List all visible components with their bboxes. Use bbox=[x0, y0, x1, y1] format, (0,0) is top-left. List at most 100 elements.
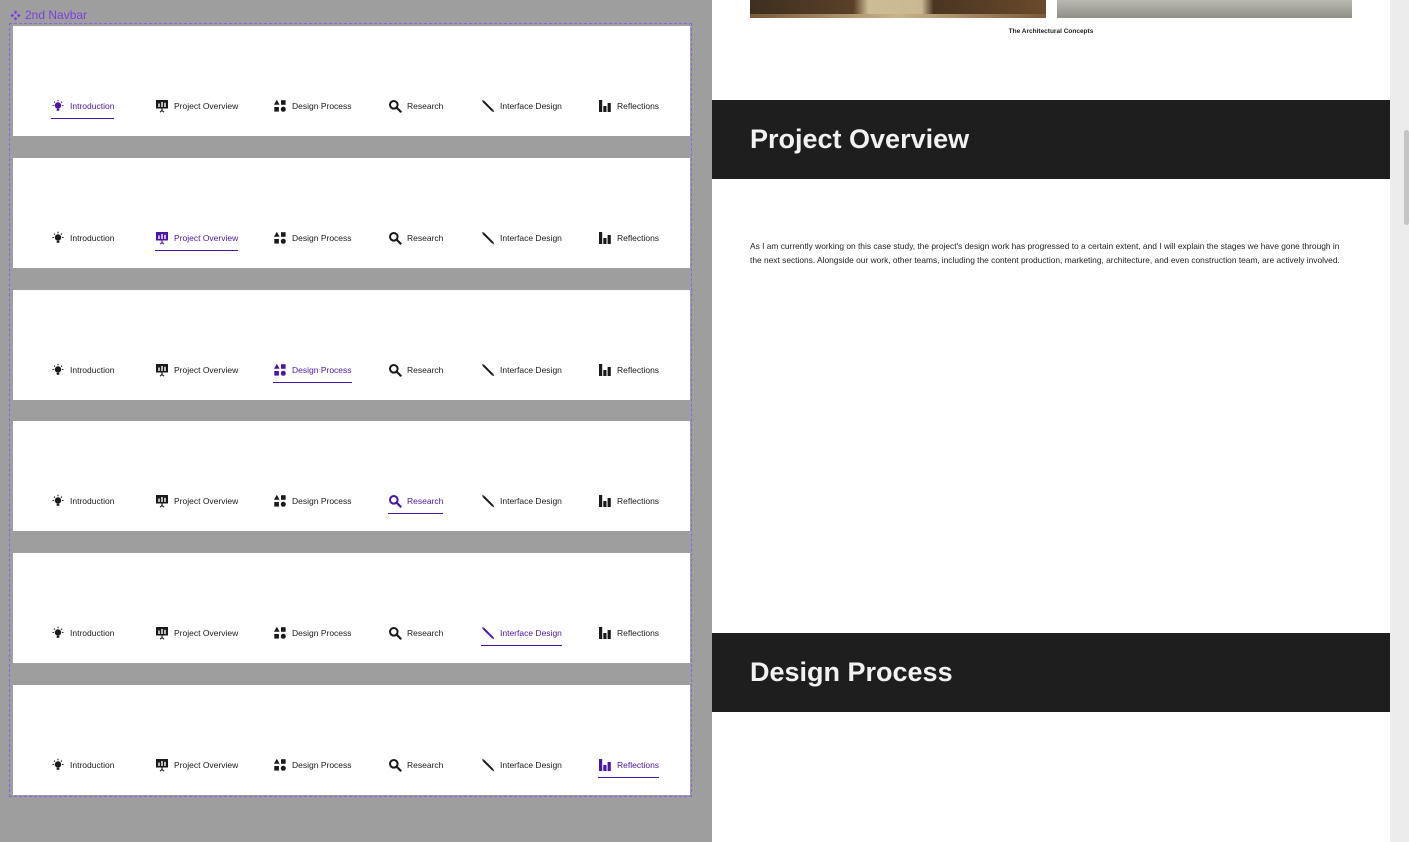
search-icon bbox=[389, 758, 402, 772]
nav-item-interface-design[interactable]: Interface Design bbox=[481, 361, 562, 378]
pen-icon bbox=[482, 231, 495, 244]
preview-page: The Architectural Concepts Project Overv… bbox=[712, 0, 1390, 842]
nav-item-project-overview[interactable]: Project Overview bbox=[155, 492, 238, 509]
nav-item-label: Design Process bbox=[292, 495, 352, 506]
nav-item-label: Interface Design bbox=[500, 232, 562, 243]
presentation-chart-icon bbox=[156, 363, 168, 377]
nav-item-label: Introduction bbox=[70, 364, 115, 375]
navbar-variant: Introduction Project Overview Design Proce… bbox=[13, 290, 690, 400]
nav-item-design-process[interactable]: Design Process bbox=[273, 492, 352, 509]
navbar-variant: Introduction Project Overview Design Proce… bbox=[13, 685, 690, 795]
nav-item-research[interactable]: Research bbox=[388, 492, 444, 514]
nav-item-label: Research bbox=[407, 232, 444, 243]
nav-item-introduction[interactable]: Introduction bbox=[51, 361, 114, 378]
shapes-icon bbox=[274, 99, 286, 112]
nav-item-label: Design Process bbox=[292, 627, 352, 638]
nav-item-project-overview[interactable]: Project Overview bbox=[155, 624, 238, 641]
nav-item-label: Design Process bbox=[292, 759, 352, 770]
nav-item-project-overview[interactable]: Project Overview bbox=[155, 229, 239, 251]
nav-item-label: Reflections bbox=[617, 627, 660, 638]
nav-item-label: Interface Design bbox=[500, 100, 562, 111]
navbar-variant: Introduction Project Overview Design Proce… bbox=[13, 421, 690, 531]
nav-item-reflections[interactable]: Reflections bbox=[598, 361, 659, 378]
nav-item-research[interactable]: Research bbox=[388, 97, 443, 114]
nav-item-project-overview[interactable]: Project Overview bbox=[155, 97, 238, 114]
shapes-icon bbox=[274, 494, 286, 507]
nav-item-label: Design Process bbox=[292, 100, 352, 111]
lightbulb-icon bbox=[52, 231, 64, 243]
nav-item-introduction[interactable]: Introduction bbox=[51, 756, 114, 773]
nav-item-introduction[interactable]: Introduction bbox=[51, 624, 114, 641]
component-set-label[interactable]: 2nd Navbar bbox=[10, 7, 87, 23]
shapes-icon bbox=[274, 231, 286, 244]
nav-item-label: Interface Design bbox=[500, 627, 562, 638]
pen-icon bbox=[482, 363, 495, 376]
nav-item-design-process[interactable]: Design Process bbox=[273, 229, 352, 246]
lightbulb-icon bbox=[52, 626, 64, 638]
nav-item-label: Reflections bbox=[617, 100, 660, 111]
nav-item-research[interactable]: Research bbox=[388, 361, 443, 378]
pen-icon bbox=[482, 758, 495, 771]
nav-item-label: Research bbox=[407, 627, 444, 638]
component-set-frame bbox=[9, 23, 692, 797]
nav-item-label: Research bbox=[407, 100, 444, 111]
nav-item-interface-design[interactable]: Interface Design bbox=[481, 229, 562, 246]
bar-chart-icon bbox=[599, 231, 611, 244]
nav-item-introduction[interactable]: Introduction bbox=[51, 229, 114, 246]
nav-item-reflections[interactable]: Reflections bbox=[598, 97, 659, 114]
nav-item-design-process[interactable]: Design Process bbox=[273, 756, 352, 773]
nav-item-label: Project Overview bbox=[174, 627, 239, 638]
architecture-photo bbox=[750, 0, 1046, 18]
search-icon bbox=[389, 626, 402, 640]
nav-item-research[interactable]: Research bbox=[388, 229, 443, 246]
lightbulb-icon bbox=[52, 494, 64, 506]
presentation-chart-icon bbox=[156, 758, 168, 772]
nav-item-label: Introduction bbox=[70, 627, 115, 638]
lightbulb-icon bbox=[52, 363, 64, 375]
nav-item-design-process[interactable]: Design Process bbox=[273, 97, 352, 114]
component-icon bbox=[10, 9, 21, 21]
nav-item-research[interactable]: Research bbox=[388, 624, 443, 641]
nav-item-interface-design[interactable]: Interface Design bbox=[481, 756, 562, 773]
presentation-chart-icon bbox=[156, 99, 168, 113]
nav-item-label: Introduction bbox=[70, 759, 115, 770]
nav-item-design-process[interactable]: Design Process bbox=[273, 624, 352, 641]
photo-caption: The Architectural Concepts bbox=[1008, 28, 1094, 35]
section-title: Design Process bbox=[750, 657, 953, 687]
search-icon bbox=[389, 363, 402, 377]
presentation-chart-icon bbox=[156, 231, 168, 245]
nav-item-label: Project Overview bbox=[174, 232, 239, 243]
search-icon bbox=[389, 231, 402, 245]
nav-item-label: Interface Design bbox=[500, 495, 562, 506]
nav-item-label: Introduction bbox=[70, 495, 115, 506]
shapes-icon bbox=[274, 626, 286, 639]
vertical-scrollbar-thumb[interactable] bbox=[1404, 130, 1409, 225]
nav-item-project-overview[interactable]: Project Overview bbox=[155, 361, 238, 378]
navbar-variant: Introduction Project Overview Design Proce… bbox=[13, 158, 690, 268]
nav-item-interface-design[interactable]: Interface Design bbox=[481, 492, 562, 509]
nav-item-label: Research bbox=[407, 364, 444, 375]
nav-item-interface-design[interactable]: Interface Design bbox=[481, 624, 562, 646]
bar-chart-icon bbox=[599, 626, 611, 639]
nav-item-label: Reflections bbox=[617, 364, 660, 375]
nav-item-introduction[interactable]: Introduction bbox=[51, 97, 115, 119]
nav-item-label: Project Overview bbox=[174, 100, 239, 111]
nav-item-research[interactable]: Research bbox=[388, 756, 443, 773]
nav-item-label: Interface Design bbox=[500, 364, 562, 375]
nav-item-label: Design Process bbox=[292, 232, 352, 243]
component-set-name: 2nd Navbar bbox=[25, 8, 88, 22]
nav-item-reflections[interactable]: Reflections bbox=[598, 229, 659, 246]
vertical-scrollbar-track[interactable] bbox=[1390, 0, 1409, 842]
nav-item-introduction[interactable]: Introduction bbox=[51, 492, 114, 509]
nav-item-reflections[interactable]: Reflections bbox=[598, 624, 659, 641]
nav-item-design-process[interactable]: Design Process bbox=[273, 361, 352, 383]
presentation-chart-icon bbox=[156, 626, 168, 640]
nav-item-reflections[interactable]: Reflections bbox=[598, 756, 660, 778]
nav-item-interface-design[interactable]: Interface Design bbox=[481, 97, 562, 114]
nav-item-label: Project Overview bbox=[174, 759, 239, 770]
navbar-variant: Introduction Project Overview Design Proce… bbox=[13, 26, 690, 136]
nav-item-reflections[interactable]: Reflections bbox=[598, 492, 659, 509]
nav-item-project-overview[interactable]: Project Overview bbox=[155, 756, 238, 773]
nav-item-label: Reflections bbox=[617, 232, 660, 243]
pen-icon bbox=[482, 99, 495, 112]
